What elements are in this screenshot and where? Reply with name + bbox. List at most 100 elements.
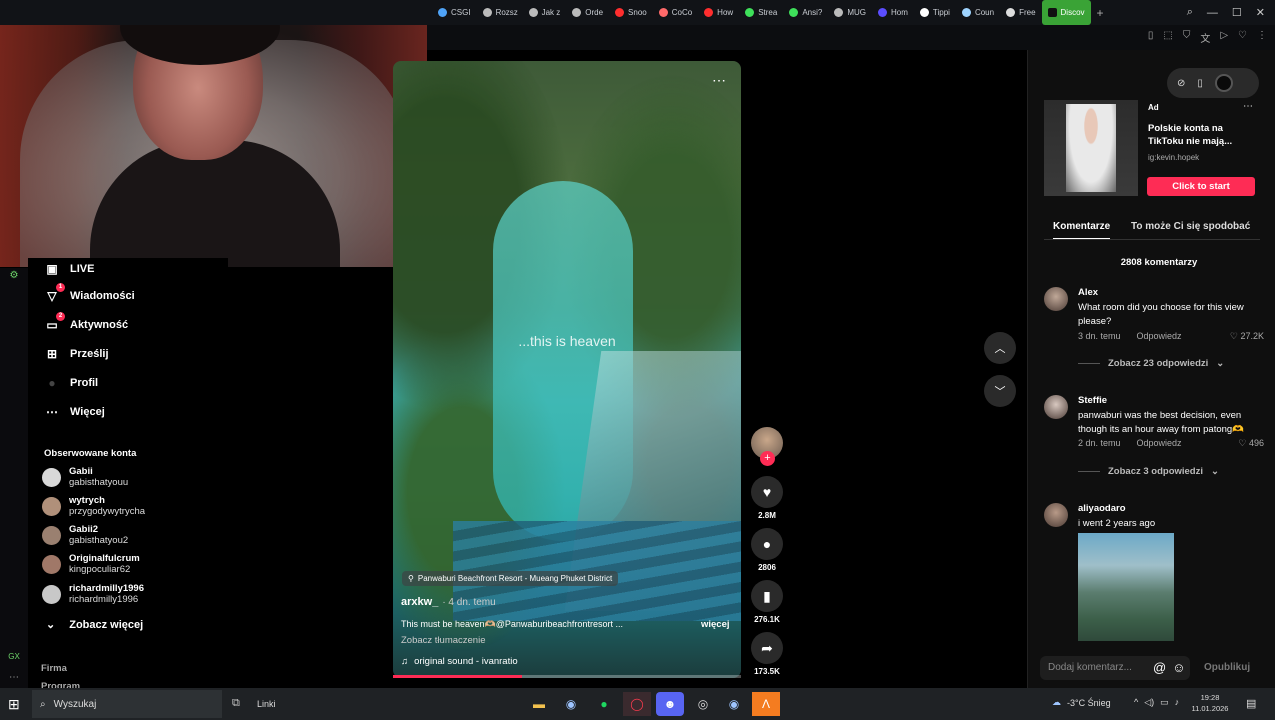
taskbar-search[interactable]: ⌕ Wyszukaj: [32, 690, 222, 718]
comment-like[interactable]: ♡ 496: [1238, 438, 1264, 449]
previous-video-button[interactable]: ︿: [984, 332, 1016, 364]
browser-tab[interactable]: Free: [1000, 0, 1041, 25]
translate-icon[interactable]: 文: [1200, 30, 1210, 45]
shield-icon[interactable]: ⛉: [1183, 30, 1191, 45]
browser-tab-active[interactable]: Discov: [1041, 0, 1091, 25]
close-icon[interactable]: ✕: [1256, 6, 1265, 19]
steam-icon[interactable]: ◉: [557, 692, 585, 716]
video-progress-bar[interactable]: [393, 675, 741, 678]
network-icon[interactable]: ▭: [1160, 697, 1169, 708]
browser-tab[interactable]: Coun: [956, 0, 1000, 25]
tab-suggestions[interactable]: To może Ci się spodobać: [1131, 221, 1250, 232]
mention-icon[interactable]: @: [1153, 660, 1166, 675]
next-video-button[interactable]: ﹀: [984, 375, 1016, 407]
heart-outline-icon[interactable]: ♡: [1238, 30, 1247, 45]
see-more-button[interactable]: ⌄ Zobacz więcej: [46, 618, 143, 632]
emoji-icon[interactable]: ☺: [1172, 660, 1185, 675]
followed-account[interactable]: richardmilly1996 richardmilly1996: [42, 583, 144, 605]
browser-tab[interactable]: Hom: [872, 0, 914, 25]
browser-tab[interactable]: Ansi?: [783, 0, 828, 25]
browser-tab[interactable]: Rozsz: [477, 0, 523, 25]
ad-cta-button[interactable]: Click to start: [1147, 177, 1255, 196]
nav-more[interactable]: ⋯ Więcej: [44, 404, 105, 420]
avatar[interactable]: [1044, 395, 1068, 419]
location-pill[interactable]: ⚲ Panwaburi Beachfront Resort - Mueang P…: [402, 571, 619, 586]
caption-more-link[interactable]: więcej: [701, 619, 730, 630]
video-author[interactable]: arxkw_ · 4 dn. temu: [401, 596, 496, 608]
play-icon[interactable]: ▷: [1220, 30, 1228, 45]
system-clock[interactable]: 19:28 11.01.2026: [1190, 692, 1230, 714]
more-icon[interactable]: ⋯: [7, 672, 21, 683]
comment-image[interactable]: [1078, 533, 1174, 641]
avatar[interactable]: [1044, 287, 1068, 311]
launcher-icon[interactable]: Λ: [752, 692, 780, 716]
comment-author[interactable]: Steffie: [1078, 395, 1107, 406]
footer-link-company[interactable]: Firma: [41, 660, 80, 678]
windows-start-icon[interactable]: ⊞: [8, 696, 20, 713]
ad-title[interactable]: Polskie konta na TikToku nie mają...: [1148, 122, 1248, 148]
see-translation-link[interactable]: Zobacz tłumaczenie: [401, 635, 485, 646]
ad-thumbnail[interactable]: [1044, 100, 1138, 196]
gx-settings-icon[interactable]: ⚙: [7, 270, 21, 281]
nav-upload[interactable]: ⊞ Prześlij: [44, 346, 109, 362]
toggle-icon[interactable]: [1214, 74, 1233, 92]
followed-account[interactable]: Originalfulcrum kingpoculiar62: [42, 553, 140, 575]
comment-button[interactable]: ● 2806: [751, 528, 783, 572]
browser-tab[interactable]: MUG: [828, 0, 872, 25]
reply-link[interactable]: Odpowiedz: [1137, 331, 1182, 341]
reply-link[interactable]: Odpowiedz: [1137, 438, 1182, 448]
followed-account[interactable]: Gabii2 gabisthatyou2: [42, 524, 128, 546]
link-icon[interactable]: ⊘: [1177, 78, 1185, 89]
followed-account[interactable]: Gabii gabisthatyouu: [42, 466, 128, 488]
links-toolbar[interactable]: Linki: [257, 699, 276, 709]
like-button[interactable]: ♥ 2.8M: [751, 476, 783, 520]
notification-icon[interactable]: ▤: [1246, 697, 1256, 710]
snapshot-icon[interactable]: ⬚: [1163, 30, 1172, 45]
nav-live[interactable]: ▣ LIVE: [44, 261, 94, 277]
save-button[interactable]: ▮ 276.1K: [751, 580, 783, 624]
sound-link[interactable]: ♫ original sound - ivanratio: [401, 656, 518, 667]
avatar[interactable]: [1044, 503, 1068, 527]
browser-tab[interactable]: CSGI: [432, 0, 477, 25]
nav-activity[interactable]: ▭ 2 Aktywność: [44, 312, 128, 333]
weather-widget[interactable]: ☁ -3°C Śnieg: [1052, 697, 1111, 708]
search-icon[interactable]: ⌕: [1187, 6, 1193, 19]
browser-tab[interactable]: Strea: [739, 0, 783, 25]
steam-icon[interactable]: ◉: [720, 692, 748, 716]
comment-author[interactable]: Alex: [1078, 287, 1098, 298]
new-tab-button[interactable]: +: [1091, 6, 1110, 20]
view-replies-button[interactable]: Zobacz 3 odpowiedzi ⌄: [1078, 466, 1219, 477]
spotify-icon[interactable]: ●: [590, 692, 618, 716]
phone-icon[interactable]: ▯: [1197, 78, 1203, 89]
browser-tab[interactable]: CoCo: [653, 0, 698, 25]
microphone-icon[interactable]: ♪: [1175, 697, 1180, 708]
file-explorer-icon[interactable]: ▬: [525, 692, 553, 716]
tab-comments[interactable]: Komentarze: [1053, 221, 1111, 240]
followed-account[interactable]: wytrych przygodywytrycha: [42, 495, 145, 517]
browser-tab[interactable]: Tippi: [914, 0, 956, 25]
sidebar-toggle-icon[interactable]: ⋮: [1257, 30, 1267, 45]
follow-plus-icon[interactable]: +: [760, 451, 775, 466]
discord-icon[interactable]: ☻: [656, 692, 684, 716]
nav-messages[interactable]: ▽ 1 Wiadomości: [44, 283, 135, 304]
ad-options-icon[interactable]: ⋯: [1243, 101, 1254, 112]
speaker-icon[interactable]: ◁): [1144, 697, 1154, 708]
bookmark-icon[interactable]: ▯: [1148, 30, 1154, 45]
publish-button[interactable]: Opublikuj: [1204, 662, 1250, 673]
maximize-icon[interactable]: ☐: [1232, 6, 1242, 19]
share-button[interactable]: ➦ 173.5K: [751, 632, 783, 676]
nav-profile[interactable]: ● Profil: [44, 375, 98, 391]
minimize-icon[interactable]: —: [1207, 7, 1218, 19]
task-view-icon[interactable]: ⧉: [232, 697, 240, 710]
author-name[interactable]: arxkw_: [401, 596, 438, 608]
comment-author[interactable]: aliyaodaro: [1078, 503, 1126, 514]
video-options-icon[interactable]: ⋯: [712, 72, 727, 89]
comment-like[interactable]: ♡ 27.2K: [1230, 331, 1264, 342]
browser-tab[interactable]: How: [698, 0, 739, 25]
chevron-up-icon[interactable]: ^: [1134, 697, 1138, 708]
browser-tab[interactable]: Snoo: [609, 0, 653, 25]
browser-tab[interactable]: Jak z: [523, 0, 567, 25]
browser-tab[interactable]: Orde: [566, 0, 609, 25]
opera-gx-icon[interactable]: ◯: [623, 692, 651, 716]
view-replies-button[interactable]: Zobacz 23 odpowiedzi ⌄: [1078, 358, 1224, 369]
